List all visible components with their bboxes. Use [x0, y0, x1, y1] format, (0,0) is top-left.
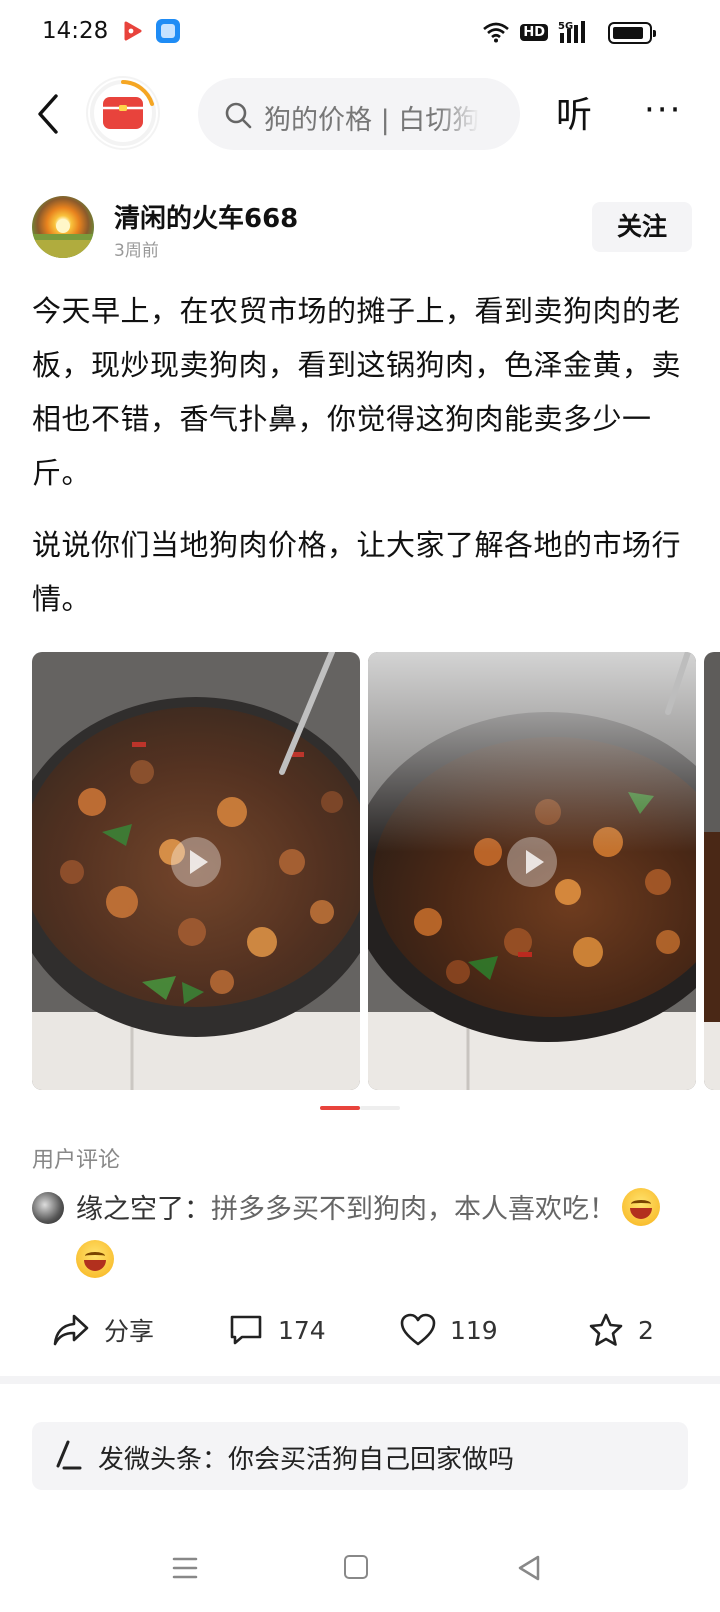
- partial-photo: [704, 652, 720, 1090]
- like-count: 119: [450, 1315, 498, 1345]
- hd-icon: HD: [520, 23, 548, 41]
- laughing-emoji-icon: [622, 1188, 660, 1226]
- share-icon: [53, 1314, 89, 1346]
- post-prompt-bar[interactable]: 发微头条：你会买活狗自己回家做吗: [32, 1422, 688, 1490]
- play-icon: [171, 837, 221, 888]
- sunset-avatar-image: [32, 219, 94, 258]
- favorite-button[interactable]: 2: [588, 1306, 654, 1354]
- menu-icon[interactable]: [172, 1556, 198, 1580]
- comment-count: 174: [278, 1315, 326, 1345]
- share-label: 分享: [104, 1317, 155, 1346]
- share-button[interactable]: 分享: [52, 1306, 154, 1354]
- signal-5g-icon: 5G: [558, 21, 585, 43]
- search-icon: [225, 102, 252, 129]
- comment-button[interactable]: 174: [228, 1306, 326, 1354]
- author-row: 清闲的火车668 3周前 关注: [32, 196, 692, 266]
- indicator-active: [320, 1106, 360, 1110]
- image-gallery[interactable]: [32, 652, 720, 1090]
- post-paragraph: 说说你们当地狗肉价格，让大家了解各地的市场行情。: [32, 528, 682, 616]
- top-header: 狗的价格 | 白切狗 听 ···: [0, 70, 720, 160]
- browser-app-icon: [156, 19, 180, 43]
- heart-icon: [400, 1313, 436, 1346]
- comment-icon: [230, 1315, 262, 1345]
- commenter-name[interactable]: 缘之空了: [76, 1194, 184, 1225]
- toutiao-logo-icon: [90, 80, 156, 146]
- pen-icon: [56, 1440, 82, 1470]
- status-icons: HD 5G: [482, 18, 592, 46]
- comment-text: 拼多多买不到狗肉，本人喜欢吃！: [211, 1194, 616, 1225]
- author-avatar[interactable]: [32, 196, 94, 258]
- post-body: 今天早上，在农贸市场的摊子上，看到卖狗肉的老板，现炒现卖狗肉，看到这锅狗肉，色泽…: [32, 284, 692, 626]
- gallery-page-indicator: [320, 1106, 400, 1110]
- section-divider: [0, 1376, 720, 1384]
- play-icon: [507, 837, 557, 888]
- action-bar: 分享 174 119 2: [0, 1300, 720, 1360]
- video-app-icon: [124, 21, 142, 41]
- post-time: 3周前: [114, 241, 159, 261]
- wifi-icon: [483, 22, 510, 43]
- back-arrow-icon[interactable]: [32, 92, 72, 136]
- post-image-2[interactable]: [368, 652, 696, 1090]
- status-bar: 14:28 HD 5G: [0, 0, 720, 66]
- post-paragraph: 今天早上，在农贸市场的摊子上，看到卖狗肉的老板，现炒现卖狗肉，看到这锅狗肉，色泽…: [32, 294, 682, 490]
- battery-icon: [608, 22, 656, 44]
- star-icon: [589, 1313, 623, 1346]
- system-nav-bar: [0, 1540, 720, 1600]
- more-options-button[interactable]: ···: [644, 90, 682, 130]
- comment-content: 缘之空了：拼多多买不到狗肉，本人喜欢吃！: [76, 1188, 692, 1232]
- post-prompt-text: 发微头条：你会买活狗自己回家做吗: [98, 1445, 515, 1475]
- back-triangle-icon[interactable]: [516, 1554, 542, 1582]
- comment-separator: ：: [184, 1194, 211, 1225]
- favorite-count: 2: [638, 1315, 654, 1345]
- indicator-inactive: [360, 1106, 400, 1110]
- status-time: 14:28: [42, 18, 109, 44]
- search-bar[interactable]: 狗的价格 | 白切狗: [198, 78, 520, 150]
- author-name[interactable]: 清闲的火车668: [114, 198, 298, 235]
- post-image-1[interactable]: [32, 652, 360, 1090]
- app-logo[interactable]: [88, 78, 158, 148]
- laughing-emoji-icon: [76, 1240, 114, 1278]
- follow-button[interactable]: 关注: [592, 202, 692, 252]
- post-image-3[interactable]: [704, 652, 720, 1090]
- comments-section-label: 用户评论: [32, 1148, 121, 1173]
- home-icon[interactable]: [344, 1555, 368, 1579]
- listen-button[interactable]: 听: [556, 86, 592, 138]
- commenter-avatar[interactable]: [32, 1192, 64, 1224]
- search-placeholder: 狗的价格 | 白切狗: [264, 105, 480, 136]
- like-button[interactable]: 119: [400, 1306, 498, 1354]
